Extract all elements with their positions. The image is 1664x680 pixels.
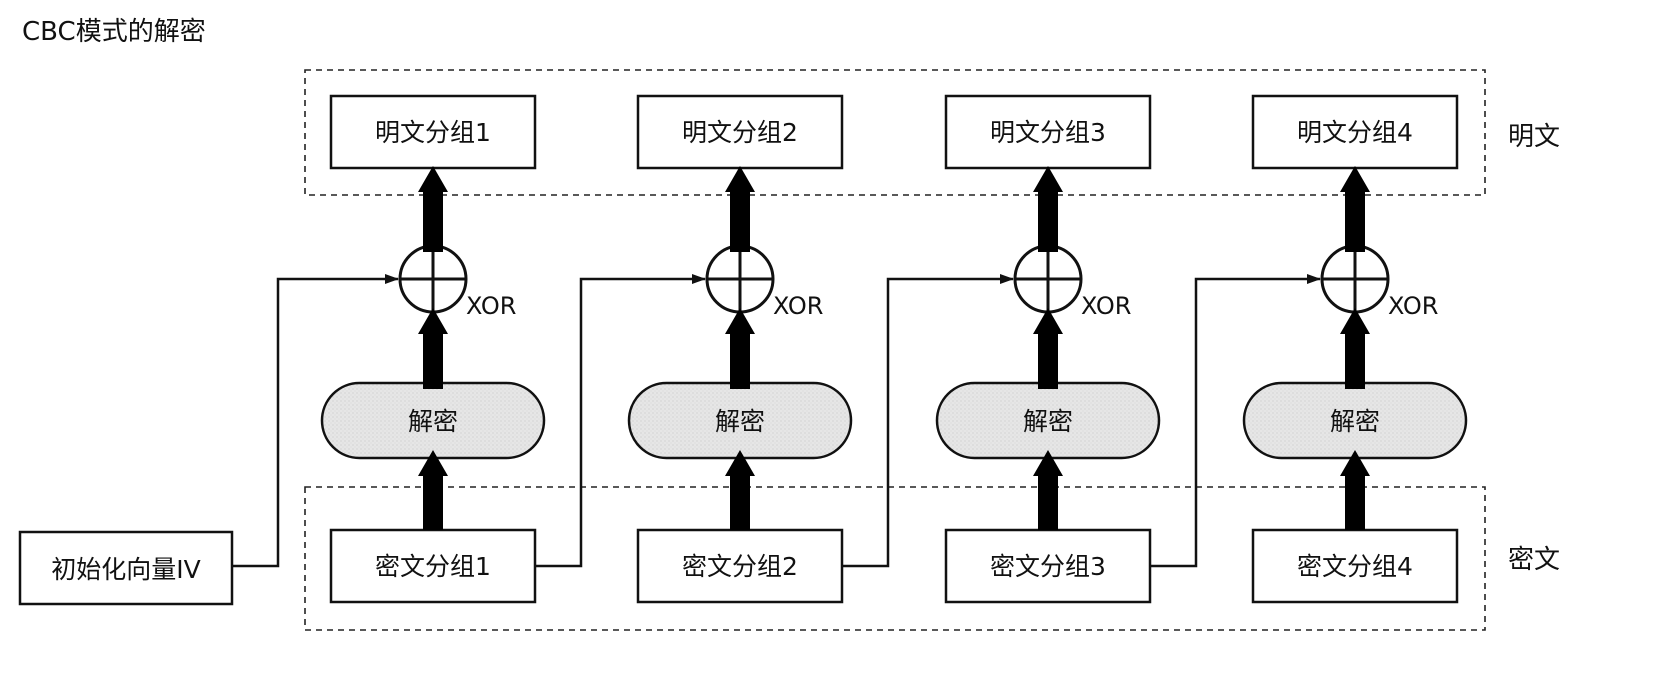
arrow-decrypt-to-xor [1340,308,1370,389]
plaintext-block-label: 明文分组4 [1297,118,1413,147]
ciphertext-block-label: 密文分组2 [682,552,798,581]
arrow-decrypt-to-xor [418,308,448,389]
arrow-decrypt-to-xor [1033,308,1063,389]
plaintext-region-label: 明文 [1508,122,1560,152]
plaintext-block-label: 明文分组1 [375,118,491,147]
arrow-cipher-to-decrypt [725,450,755,530]
arrow-xor-to-plaintext [725,166,755,252]
arrow-decrypt-to-xor [725,308,755,389]
arrow-xor-to-plaintext [418,166,448,252]
arrow-xor-to-plaintext [1340,166,1370,252]
block-columns: 明文分组1 密文分组1 解密 XOR 明文分组2 密文分组2 解密 XOR 明文分组3 密文分组3… [232,94,1468,604]
plaintext-block-label: 明文分组2 [682,118,798,147]
plaintext-block-label: 明文分组3 [990,118,1106,147]
xor-label: XOR [466,292,516,320]
decrypt-label: 解密 [1330,407,1380,436]
arrow-cipher-to-decrypt [418,450,448,530]
arrow-xor-to-plaintext [1033,166,1063,252]
cbc-decrypt-diagram: CBC模式的解密 明文 密文 初始化向量IV 明文分组1密文分组1解密XOR明文… [18,17,1560,631]
xor-label: XOR [773,292,823,320]
xor-label: XOR [1388,292,1438,320]
arrow-cipher-to-decrypt [1340,450,1370,530]
ciphertext-region-label: 密文 [1508,545,1560,575]
ciphertext-block-label: 密文分组3 [990,552,1106,581]
decrypt-label: 解密 [1023,407,1073,436]
iv-label: 初始化向量IV [51,555,200,584]
arrow-cipher-to-decrypt [1033,450,1063,530]
decrypt-label: 解密 [408,407,458,436]
ciphertext-block-label: 密文分组4 [1297,552,1413,581]
ciphertext-block-label: 密文分组1 [375,552,491,581]
diagram-title: CBC模式的解密 [22,17,206,47]
decrypt-label: 解密 [715,407,765,436]
xor-label: XOR [1081,292,1131,320]
